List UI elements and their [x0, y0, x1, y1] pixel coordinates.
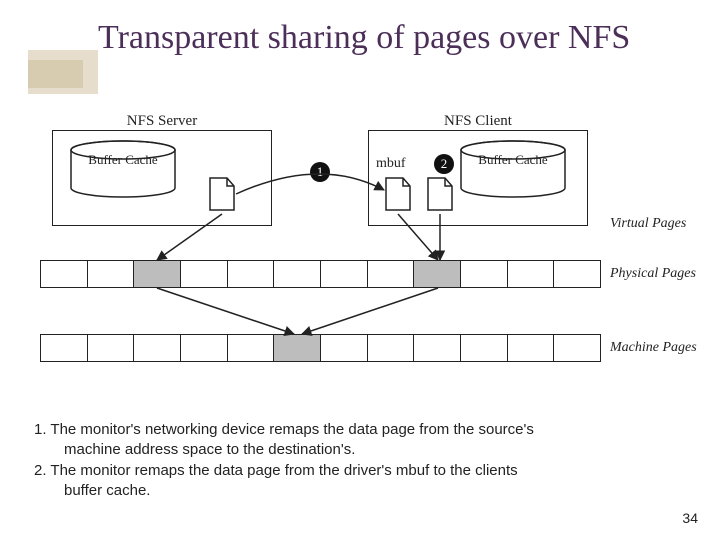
client-label: NFS Client: [369, 113, 587, 130]
client-buffer-cache: Buffer Cache: [458, 140, 568, 198]
caption-line: machine address space to the destination…: [34, 440, 674, 460]
machine-pages-row: [40, 334, 601, 362]
mbuf-label: mbuf: [376, 156, 406, 172]
client-cache-label: Buffer Cache: [458, 152, 568, 168]
page-title: Transparent sharing of pages over NFS: [98, 18, 658, 57]
physical-pages-label: Physical Pages: [610, 266, 696, 282]
page-number: 34: [682, 510, 698, 526]
step-badge-1: 1: [310, 162, 330, 182]
step-badge-2: 2: [434, 154, 454, 174]
diagram: NFS Server NFS Client Buffer Cache Buffe…: [40, 118, 680, 378]
server-cache-label: Buffer Cache: [68, 152, 178, 168]
caption-line: 1. The monitor's networking device remap…: [34, 420, 674, 440]
page-icon: [384, 176, 412, 212]
server-buffer-cache: Buffer Cache: [68, 140, 178, 198]
page-icon: [208, 176, 236, 212]
physical-pages-row: [40, 260, 601, 288]
caption: 1. The monitor's networking device remap…: [34, 420, 674, 501]
machine-pages-label: Machine Pages: [610, 340, 697, 356]
server-label: NFS Server: [53, 113, 271, 130]
caption-line: buffer cache.: [34, 481, 674, 501]
virtual-pages-label: Virtual Pages: [610, 216, 686, 232]
caption-line: 2. The monitor remaps the data page from…: [34, 461, 674, 481]
page-icon: [426, 176, 454, 212]
